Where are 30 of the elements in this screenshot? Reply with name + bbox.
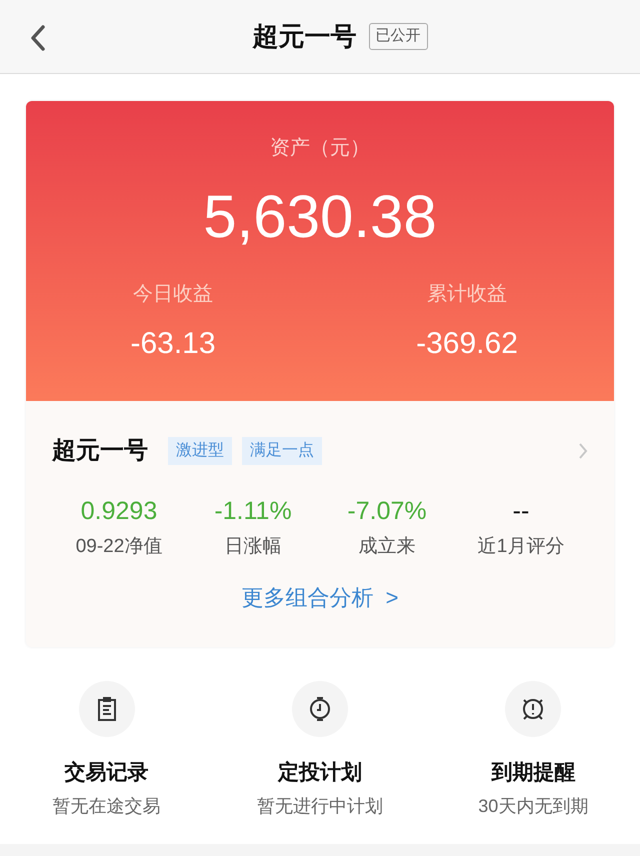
stat-value: 0.9293 <box>80 496 158 527</box>
earnings-label: 累计收益 <box>427 282 507 307</box>
action-title: 到期提醒 <box>491 760 576 786</box>
stat-label: 近1月评分 <box>478 534 564 558</box>
action-subtitle: 30天内无到期 <box>478 794 588 818</box>
assets-label: 资产（元） <box>270 136 370 161</box>
stat-label: 成立来 <box>358 534 416 558</box>
page-title: 超元一号 <box>252 20 356 53</box>
stat-value: -1.11% <box>214 496 292 527</box>
earnings-label: 今日收益 <box>133 282 213 307</box>
assets-value: 5,630.38 <box>203 187 437 247</box>
action-tile[interactable]: 交易记录 暂无在途交易 <box>0 681 214 820</box>
stat-value: -7.07% <box>347 496 427 527</box>
action-tile[interactable]: 到期提醒 30天内无到期 <box>426 681 640 820</box>
action-title: 定投计划 <box>278 760 362 786</box>
stat-label: 日涨幅 <box>224 534 282 558</box>
tag: 满足一点 <box>242 437 322 465</box>
stat-value: -- <box>512 496 530 527</box>
public-badge: 已公开 <box>368 23 428 50</box>
more-analysis-link[interactable]: 更多组合分析 > <box>241 581 399 614</box>
action-tile[interactable]: 定投计划 暂无进行中计划 <box>213 681 427 820</box>
action-subtitle: 暂无在途交易 <box>52 794 161 818</box>
back-icon <box>30 24 46 52</box>
earnings-value: -63.13 <box>130 326 216 362</box>
tag: 激进型 <box>168 437 232 465</box>
action-title: 交易记录 <box>64 760 149 786</box>
action-subtitle: 暂无进行中计划 <box>256 794 383 818</box>
earnings-value: -369.62 <box>416 326 518 362</box>
stat-label: 09-22净值 <box>76 534 162 558</box>
portfolio-name: 超元一号 <box>52 436 148 466</box>
